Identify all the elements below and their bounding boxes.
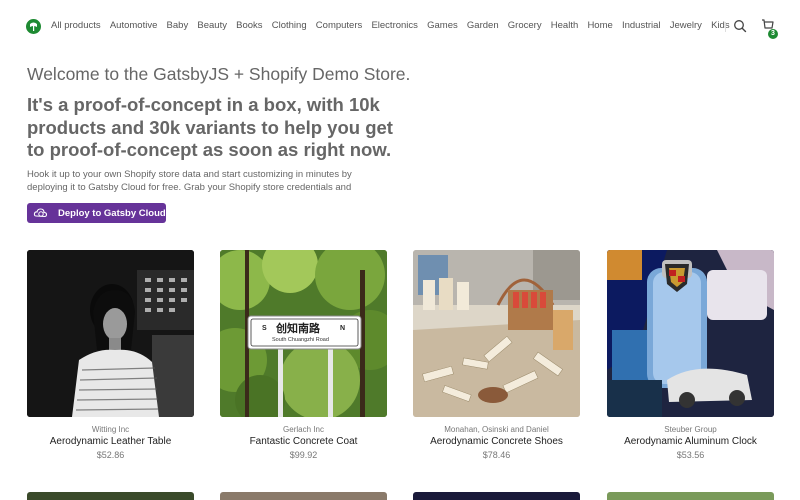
- product-vendor: Monahan, Osinski and Daniel: [444, 425, 549, 434]
- welcome-heading: Welcome to the GatsbyJS + Shopify Demo S…: [27, 64, 411, 84]
- nav-item-computers[interactable]: Computers: [316, 20, 362, 31]
- product-title[interactable]: Aerodynamic Aluminum Clock: [607, 436, 774, 447]
- nav-item-kids[interactable]: Kids: [711, 20, 729, 31]
- sign-left-letter: S: [262, 325, 267, 332]
- nav-item-automotive[interactable]: Automotive: [110, 20, 158, 31]
- nav-item-electronics[interactable]: Electronics: [371, 20, 417, 31]
- sign-english-text: South Chuangzhi Road: [272, 337, 329, 343]
- product-image-partial[interactable]: [607, 492, 774, 500]
- product-image-porsche-bottle[interactable]: [607, 250, 774, 417]
- nav-item-health[interactable]: Health: [551, 20, 578, 31]
- nav-item-books[interactable]: Books: [236, 20, 262, 31]
- nav-item-garden[interactable]: Garden: [467, 20, 499, 31]
- product-image-partial[interactable]: [413, 492, 580, 500]
- product-image-partial[interactable]: [220, 492, 387, 500]
- deploy-to-gatsby-cloud-button[interactable]: Deploy to Gatsby Cloud: [27, 203, 166, 223]
- product-vendor: Gerlach Inc: [283, 425, 324, 434]
- nav-item-grocery[interactable]: Grocery: [508, 20, 542, 31]
- cart-count-badge: 3: [768, 29, 778, 39]
- nav-item-home[interactable]: Home: [587, 20, 612, 31]
- product-price: $53.56: [676, 450, 705, 460]
- nav-item-clothing[interactable]: Clothing: [272, 20, 307, 31]
- product-image-woman-portrait[interactable]: [27, 250, 194, 417]
- category-nav: All products Automotive Baby Beauty Book…: [51, 20, 739, 31]
- product-image-street-sign[interactable]: 创知南路 South Chuangzhi Road S N: [220, 250, 387, 417]
- hero-blurb: Hook it up to your own Shopify store dat…: [27, 169, 352, 193]
- product-vendor: Steuber Group: [664, 425, 717, 434]
- product-price: $78.46: [482, 450, 511, 460]
- product-image-partial[interactable]: [27, 492, 194, 500]
- nav-item-all-products[interactable]: All products: [51, 20, 101, 31]
- product-vendor: Witting Inc: [91, 425, 130, 434]
- nav-item-industrial[interactable]: Industrial: [622, 20, 661, 31]
- deploy-button-label: Deploy to Gatsby Cloud: [58, 208, 166, 219]
- product-image-crafts-table[interactable]: [413, 250, 580, 417]
- top-navigation: All products Automotive Baby Beauty Book…: [0, 0, 800, 54]
- nav-item-baby[interactable]: Baby: [167, 20, 189, 31]
- product-price: $52.86: [96, 450, 125, 460]
- product-title[interactable]: Aerodynamic Concrete Shoes: [413, 436, 580, 447]
- nav-item-jewelry[interactable]: Jewelry: [670, 20, 702, 31]
- product-title[interactable]: Aerodynamic Leather Table: [27, 436, 194, 447]
- store-logo-icon[interactable]: [26, 19, 41, 34]
- hero-headline: It's a proof-of-concept in a box, with 1…: [27, 94, 393, 160]
- nav-item-games[interactable]: Games: [427, 20, 458, 31]
- gatsby-cloud-icon: [33, 206, 48, 220]
- sign-right-letter: N: [340, 325, 346, 332]
- nav-item-beauty[interactable]: Beauty: [197, 20, 227, 31]
- sign-chinese-text: 创知南路: [276, 322, 320, 335]
- search-icon[interactable]: [733, 19, 747, 33]
- product-title[interactable]: Fantastic Concrete Coat: [220, 436, 387, 447]
- nav-divider: [725, 22, 726, 32]
- product-price: $99.92: [289, 450, 318, 460]
